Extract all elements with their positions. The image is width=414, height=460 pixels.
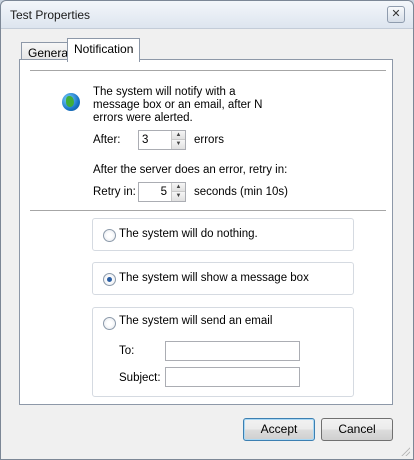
send-email-radio[interactable] <box>103 317 116 330</box>
top-divider <box>30 70 386 71</box>
subject-label: Subject: <box>119 372 161 384</box>
subject-field[interactable] <box>165 367 300 387</box>
after-value: 3 <box>142 134 149 146</box>
tab-notification[interactable]: Notification <box>67 38 141 62</box>
retry-stepper[interactable]: 5 ▲ ▼ <box>138 182 186 202</box>
close-button[interactable]: ✕ <box>387 6 405 23</box>
option-email-group: The system will send an email To: Subjec… <box>92 307 354 397</box>
after-up-icon[interactable]: ▲ <box>172 131 185 140</box>
mid-divider <box>30 210 386 211</box>
notification-description: The system will notify with a message bo… <box>93 86 263 124</box>
retry-description: After the server does an error, retry in… <box>93 164 288 176</box>
option-do-nothing-group: The system will do nothing. <box>92 218 354 251</box>
title-bar[interactable]: Test Properties ✕ <box>1 1 413 29</box>
message-box-label[interactable]: The system will show a message box <box>119 272 309 284</box>
tab-notification-label: Notification <box>74 42 134 56</box>
to-label: To: <box>119 345 135 357</box>
after-down-icon[interactable]: ▼ <box>172 140 185 149</box>
cancel-button-label: Cancel <box>338 422 376 436</box>
window-title: Test Properties <box>10 8 91 22</box>
retry-value: 5 <box>160 186 167 198</box>
after-stepper[interactable]: 3 ▲ ▼ <box>138 130 186 150</box>
do-nothing-label[interactable]: The system will do nothing. <box>119 228 258 240</box>
globe-icon <box>62 93 80 111</box>
to-field[interactable] <box>165 341 300 361</box>
retry-label: Retry in: <box>93 186 136 198</box>
accept-button[interactable]: Accept <box>243 418 315 441</box>
properties-dialog: Test Properties ✕ General Notification T… <box>0 0 414 460</box>
cancel-button[interactable]: Cancel <box>321 418 393 441</box>
after-stepper-buttons: ▲ ▼ <box>171 131 185 149</box>
after-label: After: <box>93 134 121 146</box>
retry-up-icon[interactable]: ▲ <box>172 183 185 192</box>
retry-down-icon[interactable]: ▼ <box>172 192 185 201</box>
retry-unit: seconds (min 10s) <box>194 186 288 198</box>
do-nothing-radio[interactable] <box>103 229 116 242</box>
option-message-box-group: The system will show a message box <box>92 262 354 295</box>
send-email-label[interactable]: The system will send an email <box>119 315 272 327</box>
notification-panel: The system will notify with a message bo… <box>19 59 393 405</box>
message-box-radio[interactable] <box>103 273 116 286</box>
retry-stepper-buttons: ▲ ▼ <box>171 183 185 201</box>
tab-general-label: General <box>28 46 71 60</box>
after-unit: errors <box>194 134 225 146</box>
resize-grip[interactable] <box>400 446 410 456</box>
accept-button-label: Accept <box>260 422 298 436</box>
close-icon: ✕ <box>391 8 401 20</box>
